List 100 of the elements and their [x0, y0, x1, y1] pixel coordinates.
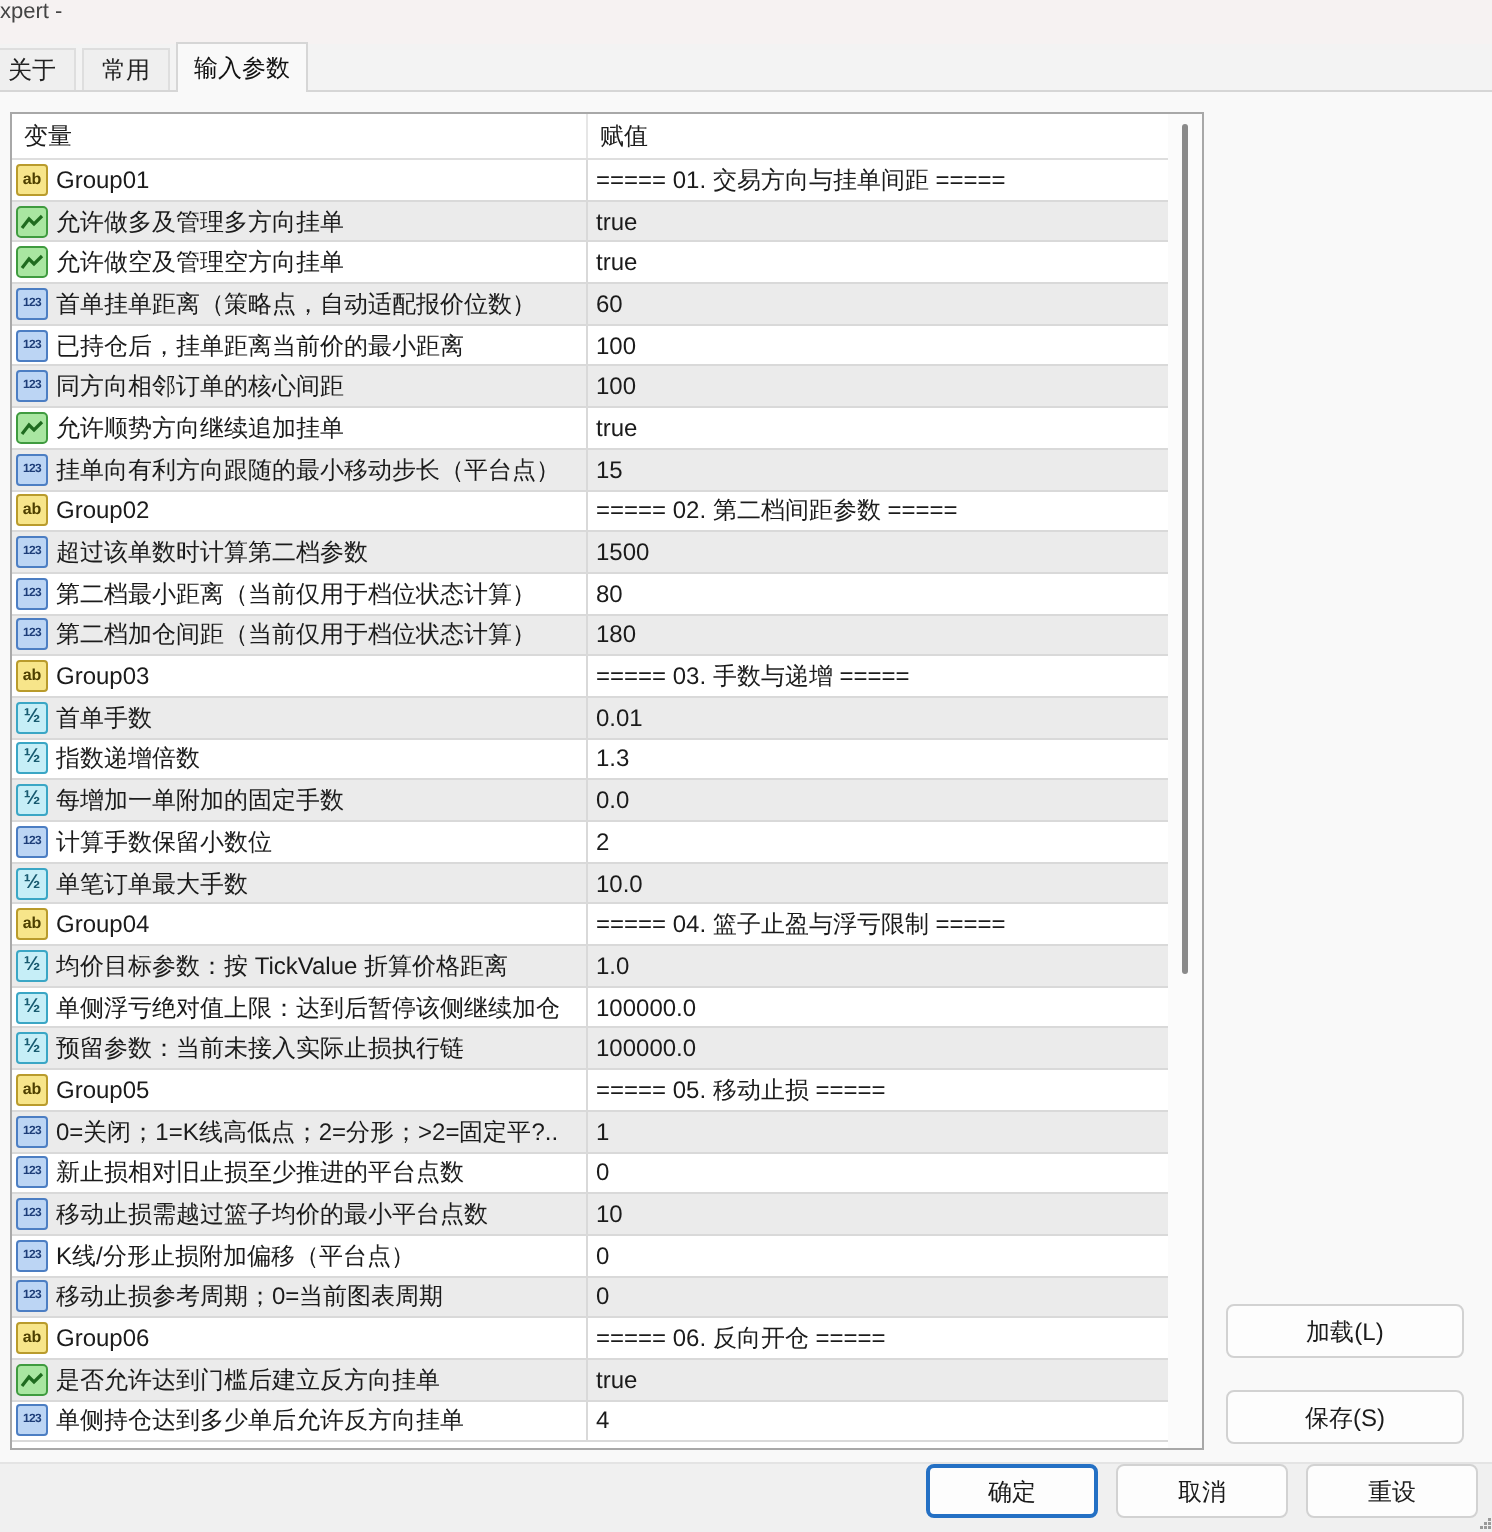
parameter-row[interactable]: ½ 每增加一单附加的固定手数 0.0: [12, 780, 1168, 822]
fraction-type-icon: ½: [16, 991, 48, 1024]
dialog-button[interactable]: 确定: [926, 1464, 1098, 1518]
parameter-name: Group01: [56, 165, 150, 194]
tab[interactable]: 关于: [0, 48, 76, 90]
parameter-row[interactable]: ab Group06 ===== 06. 反向开仓 =====: [12, 1318, 1168, 1360]
fraction-type-icon: ½: [16, 784, 48, 817]
text-type-icon: ab: [16, 660, 48, 693]
parameter-name: 超过该单数时计算第二档参数: [56, 538, 368, 567]
parameter-value[interactable]: 80: [596, 579, 623, 608]
parameter-value[interactable]: 15: [596, 455, 623, 484]
parameter-name: 移动止损参考周期；0=当前图表周期: [56, 1282, 444, 1311]
parameter-row[interactable]: ab Group02 ===== 02. 第二档间距参数 =====: [12, 491, 1168, 533]
parameter-value[interactable]: 100: [596, 331, 637, 360]
column-header[interactable]: 赋值: [588, 114, 1168, 158]
parameter-value[interactable]: ===== 03. 手数与递增 =====: [596, 662, 910, 691]
fraction-type-icon: ½: [16, 742, 48, 775]
parameter-name: 单侧浮亏绝对值上限：达到后暂停该侧继续加仓: [56, 993, 560, 1022]
parameter-row[interactable]: 允许顺势方向继续追加挂单 true: [12, 408, 1168, 450]
parameter-name: 同方向相邻订单的核心间距: [56, 372, 344, 401]
parameter-row[interactable]: ab Group03 ===== 03. 手数与递增 =====: [12, 656, 1168, 698]
text-type-icon: ab: [16, 163, 48, 196]
parameter-name: Group02: [56, 496, 150, 525]
parameter-value[interactable]: true: [596, 1365, 638, 1394]
window-title: xpert -: [0, 0, 63, 26]
parameter-name: 挂单向有利方向跟随的最小移动步长（平台点）: [56, 455, 560, 484]
parameter-value[interactable]: true: [596, 413, 638, 442]
parameter-name: 第二档加仓间距（当前仅用于档位状态计算）: [56, 620, 536, 649]
parameter-name: 单侧持仓达到多少单后允许反方向挂单: [56, 1406, 464, 1435]
text-type-icon: ab: [16, 494, 48, 527]
parameter-value[interactable]: 10: [596, 1200, 623, 1229]
parameter-name: 0=关闭；1=K线高低点；2=分形；>2=固定平?..: [56, 1117, 559, 1146]
scrollbar[interactable]: [1168, 114, 1202, 1448]
parameter-value[interactable]: 100: [596, 372, 637, 401]
parameter-row[interactable]: ab Group05 ===== 05. 移动止损 =====: [12, 1070, 1168, 1112]
line-chart-icon: [16, 1363, 48, 1396]
tab[interactable]: 常用: [82, 48, 170, 90]
parameter-name: 是否允许达到门槛后建立反方向挂单: [56, 1365, 440, 1394]
tab[interactable]: 输入参数: [176, 42, 308, 92]
parameter-value[interactable]: ===== 02. 第二档间距参数 =====: [596, 496, 958, 525]
parameter-value[interactable]: 1.0: [596, 951, 630, 980]
parameter-name: Group06: [56, 1324, 150, 1353]
line-chart-icon: [16, 411, 48, 444]
parameter-name: 移动止损需越过篮子均价的最小平台点数: [56, 1200, 488, 1229]
parameter-row[interactable]: ½ 指数递增倍数 1.3: [12, 739, 1168, 781]
parameter-value[interactable]: true: [596, 248, 638, 277]
parameter-value[interactable]: 2: [596, 827, 610, 856]
parameter-name: 均价目标参数：按 TickValue 折算价格距离: [56, 951, 509, 980]
dialog-button[interactable]: 重设: [1306, 1464, 1478, 1518]
parameter-name: 计算手数保留小数位: [56, 827, 272, 856]
parameter-row[interactable]: ½ 首单手数 0.01: [12, 697, 1168, 740]
parameter-row[interactable]: ab Group01 ===== 01. 交易方向与挂单间距 =====: [12, 160, 1168, 202]
parameter-row[interactable]: ½ 单侧浮亏绝对值上限：达到后暂停该侧继续加仓 100000.0: [12, 987, 1168, 1029]
parameter-row[interactable]: ½ 单笔订单最大手数 10.0: [12, 863, 1168, 905]
parameter-name: 预留参数：当前未接入实际止损执行链: [56, 1034, 464, 1063]
parameter-value[interactable]: 0: [596, 1241, 610, 1270]
parameter-value[interactable]: 100000.0: [596, 1034, 697, 1063]
parameter-name: 允许做空及管理空方向挂单: [56, 248, 344, 277]
parameter-value[interactable]: 60: [596, 289, 623, 318]
parameter-value[interactable]: 4: [596, 1406, 610, 1435]
line-chart-icon: [16, 205, 48, 238]
parameter-name: 每增加一单附加的固定手数: [56, 786, 344, 815]
parameter-value[interactable]: 0: [596, 1158, 610, 1187]
side-button[interactable]: 加载(L): [1226, 1304, 1464, 1358]
parameter-name: 指数递增倍数: [56, 744, 200, 773]
parameter-value[interactable]: 1: [596, 1117, 610, 1146]
side-button[interactable]: 保存(S): [1226, 1390, 1464, 1444]
text-type-icon: ab: [16, 1322, 48, 1355]
column-header[interactable]: 变量: [12, 114, 588, 158]
parameter-name: 允许做多及管理多方向挂单: [56, 207, 344, 236]
parameter-value[interactable]: 100000.0: [596, 993, 697, 1022]
parameter-row[interactable]: ab Group04 ===== 04. 篮子止盈与浮亏限制 =====: [12, 904, 1168, 947]
parameter-value[interactable]: 1.3: [596, 744, 630, 773]
scrollbar-thumb[interactable]: [1182, 124, 1188, 974]
parameter-name: 首单挂单距离（策略点，自动适配报价位数）: [56, 289, 536, 318]
parameter-value[interactable]: ===== 05. 移动止损 =====: [596, 1075, 886, 1104]
line-chart-icon: [16, 246, 48, 279]
parameter-value[interactable]: 180: [596, 620, 637, 649]
parameter-name: 已持仓后，挂单距离当前价的最小距离: [56, 331, 464, 360]
parameter-value[interactable]: 0: [596, 1282, 610, 1311]
parameter-row[interactable]: ½ 均价目标参数：按 TickValue 折算价格距离 1.0: [12, 946, 1168, 988]
parameter-value[interactable]: 0.0: [596, 786, 630, 815]
fraction-type-icon: ½: [16, 867, 48, 900]
parameter-name: 首单手数: [56, 703, 152, 732]
parameter-value[interactable]: ===== 06. 反向开仓 =====: [596, 1324, 886, 1353]
parameter-name: Group04: [56, 910, 150, 939]
fraction-type-icon: ½: [16, 949, 48, 982]
parameter-row[interactable]: 是否允许达到门槛后建立反方向挂单 true: [12, 1359, 1168, 1402]
parameter-value[interactable]: 10.0: [596, 869, 643, 898]
parameter-value[interactable]: 0.01: [596, 703, 643, 732]
parameter-row[interactable]: ½ 预留参数：当前未接入实际止损执行链 100000.0: [12, 1028, 1168, 1071]
dialog-button[interactable]: 取消: [1116, 1464, 1288, 1518]
parameter-row[interactable]: 允许做多及管理多方向挂单 true: [12, 201, 1168, 243]
parameter-value[interactable]: 1500: [596, 538, 650, 567]
fraction-type-icon: ½: [16, 701, 48, 734]
parameter-value[interactable]: ===== 04. 篮子止盈与浮亏限制 =====: [596, 910, 1006, 939]
parameter-value[interactable]: true: [596, 207, 638, 236]
parameter-row[interactable]: 允许做空及管理空方向挂单 true: [12, 242, 1168, 285]
parameter-value[interactable]: ===== 01. 交易方向与挂单间距 =====: [596, 165, 1006, 194]
resize-grip-icon[interactable]: [1480, 1518, 1492, 1530]
